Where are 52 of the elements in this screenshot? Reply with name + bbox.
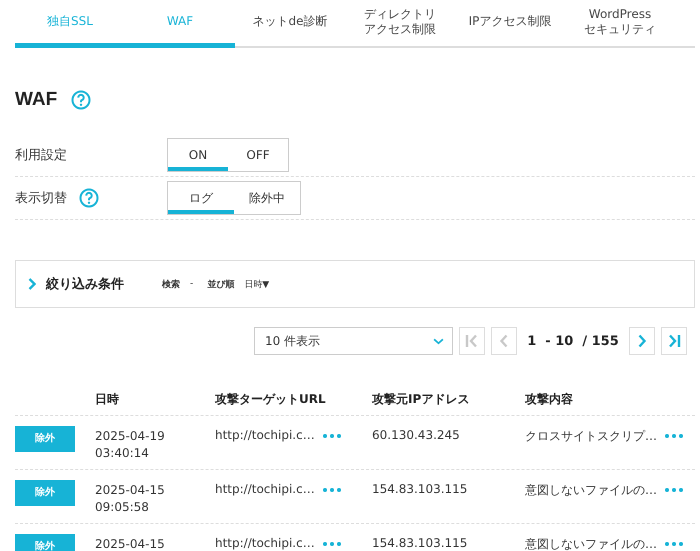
page-title: WAF xyxy=(15,89,58,111)
tab[interactable]: IPアクセス制限 xyxy=(455,0,565,48)
chevron-down-icon xyxy=(433,338,444,344)
tab[interactable]: ネットde診断 xyxy=(235,0,345,48)
more-icon[interactable] xyxy=(322,542,341,546)
first-page-icon xyxy=(465,334,479,348)
date-cell-text: 2025-04-15 xyxy=(95,482,166,499)
toggle-option[interactable]: OFF xyxy=(228,139,288,171)
column-header: 攻撃ターゲットURL xyxy=(215,390,327,408)
sort-value: 日時▼ xyxy=(244,278,270,290)
ip-cell: 154.83.103.115 xyxy=(372,536,468,550)
tab[interactable]: WordPress セキュリティ xyxy=(565,0,675,48)
url-cell: http://tochipi.c… xyxy=(215,536,315,550)
column-header: 攻撃元IPアドレス xyxy=(372,390,470,408)
date-cell-text: 2025-04-15 xyxy=(95,536,166,551)
chevron-right-icon[interactable] xyxy=(28,278,36,290)
filter-title[interactable]: 絞り込み条件 xyxy=(46,275,124,293)
previous-page-button[interactable] xyxy=(491,327,517,355)
ip-cell: 60.130.43.245 xyxy=(372,428,460,442)
next-page-button[interactable] xyxy=(629,327,655,355)
attack-cell: 意図しないファイルの… xyxy=(525,482,657,499)
tab[interactable]: ディレクトリ アクセス制限 xyxy=(345,0,455,48)
url-cell: http://tochipi.c… xyxy=(215,428,315,442)
search-value: - xyxy=(190,279,194,289)
more-icon[interactable] xyxy=(665,488,683,492)
time-cell-text: 03:40:14 xyxy=(95,445,150,462)
toggle-option[interactable]: 除外中 xyxy=(234,182,300,214)
search-label: 検索 xyxy=(162,278,180,290)
url-cell: http://tochipi.c… xyxy=(215,482,315,496)
setting-label: 表示切替 xyxy=(15,190,67,207)
time-cell-text: 09:05:58 xyxy=(95,499,150,516)
sort-label: 並び順 xyxy=(207,278,234,290)
toggle-option[interactable]: ON xyxy=(168,139,228,171)
per-page-select[interactable]: 10 件表示 xyxy=(254,327,453,355)
last-page-icon xyxy=(667,334,681,348)
first-page-button[interactable] xyxy=(459,327,485,355)
column-header: 攻撃内容 xyxy=(525,390,574,408)
column-header: 日時 xyxy=(95,390,120,408)
toggle-option[interactable]: ログ xyxy=(168,182,234,214)
attack-cell: クロスサイトスクリプ… xyxy=(525,428,657,445)
attack-cell: 意図しないファイルの… xyxy=(525,536,657,551)
more-icon[interactable] xyxy=(665,542,683,546)
more-icon[interactable] xyxy=(322,488,341,492)
page-range: 1 - 10 / 155 xyxy=(526,334,620,348)
last-page-button[interactable] xyxy=(661,327,687,355)
help-icon[interactable] xyxy=(79,188,99,208)
more-icon[interactable] xyxy=(322,434,341,438)
more-icon[interactable] xyxy=(665,434,683,438)
date-cell-text: 2025-04-19 xyxy=(95,428,166,445)
help-icon[interactable] xyxy=(71,90,92,110)
setting-label: 利用設定 xyxy=(15,147,67,164)
ip-cell: 154.83.103.115 xyxy=(372,482,468,496)
